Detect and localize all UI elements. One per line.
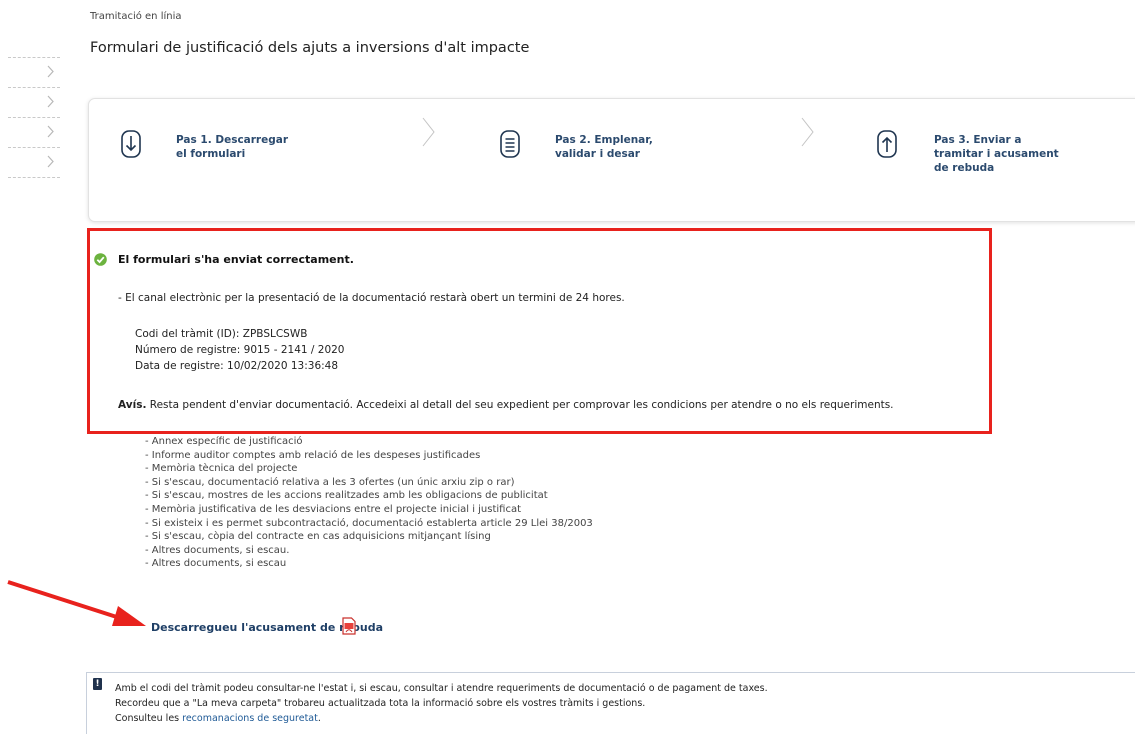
list-item: - Si existeix i es permet subcontractaci… — [145, 517, 593, 529]
pending-documents-list: - Annex específic de justificació - Info… — [145, 435, 593, 571]
step-2-label[interactable]: Pas 2. Emplenar, validar i desar — [555, 133, 653, 161]
list-item: - Si s'escau, documentació relativa a le… — [145, 476, 515, 488]
list-item: - Memòria justificativa de les desviacio… — [145, 503, 522, 515]
info-line-1: Amb el codi del tràmit podeu consultar-n… — [115, 683, 768, 694]
pdf-icon[interactable] — [342, 617, 356, 635]
channel-note: - El canal electrònic per la presentació… — [118, 292, 625, 304]
list-item: - Si s'escau, mostres de les accions rea… — [145, 490, 548, 502]
chevron-right-icon — [422, 117, 435, 147]
step-3-label[interactable]: Pas 3. Enviar a tramitar i acusament de re… — [934, 133, 1059, 175]
result-title: El formulari s'ha enviat correctament. — [118, 253, 354, 266]
list-item: - Annex específic de justificació — [145, 436, 303, 447]
registry-number: Número de registre: 9015 - 2141 / 2020 — [135, 344, 345, 356]
step-1-label[interactable]: Pas 1. Descarregar el formulari — [176, 133, 288, 161]
document-icon — [500, 130, 520, 158]
side-nav-item[interactable] — [8, 57, 60, 87]
list-item: - Informe auditor comptes amb relació de… — [145, 449, 481, 461]
breadcrumb[interactable]: Tramitació en línia — [90, 11, 182, 22]
steps-panel: Pas 1. Descarregar el formulari Pas 2. Em… — [88, 98, 1135, 222]
info-notice: ! Amb el codi del tràmit podeu consultar… — [86, 672, 1135, 734]
security-recommendations-link[interactable]: recomanacions de seguretat — [182, 713, 318, 724]
registry-date: Data de registre: 10/02/2020 13:36:48 — [135, 360, 339, 372]
list-item: - Altres documents, si escau — [145, 558, 287, 570]
upload-icon — [877, 130, 897, 158]
procedure-code: Codi del tràmit (ID): ZPBSLCSWB — [135, 328, 308, 340]
submission-result-box: El formulari s'ha enviat correctament. -… — [87, 228, 992, 434]
list-item: - Altres documents, si escau. — [145, 544, 290, 556]
side-navigation — [8, 57, 60, 178]
side-nav-item[interactable] — [8, 147, 60, 178]
chevron-right-icon — [47, 125, 54, 138]
pending-notice: Avís. Resta pendent d'enviar documentaci… — [118, 399, 894, 411]
chevron-right-icon — [47, 95, 54, 108]
annotation-arrow-icon — [7, 580, 146, 626]
success-check-icon — [94, 253, 107, 266]
chevron-right-icon — [801, 117, 814, 147]
chevron-right-icon — [47, 155, 54, 168]
download-icon — [121, 130, 141, 158]
list-item: - Si s'escau, còpia del contracte en cas… — [145, 531, 491, 543]
exclamation-icon: ! — [93, 678, 102, 690]
chevron-right-icon — [47, 65, 54, 78]
page-title: Formulari de justificació dels ajuts a i… — [90, 40, 530, 56]
side-nav-item[interactable] — [8, 117, 60, 147]
info-line-2: Recordeu que a "La meva carpeta" trobare… — [115, 698, 646, 709]
side-nav-item[interactable] — [8, 87, 60, 117]
list-item: - Memòria tècnica del projecte — [145, 463, 298, 475]
info-line-3: Consulteu les recomanacions de seguretat… — [115, 713, 321, 724]
